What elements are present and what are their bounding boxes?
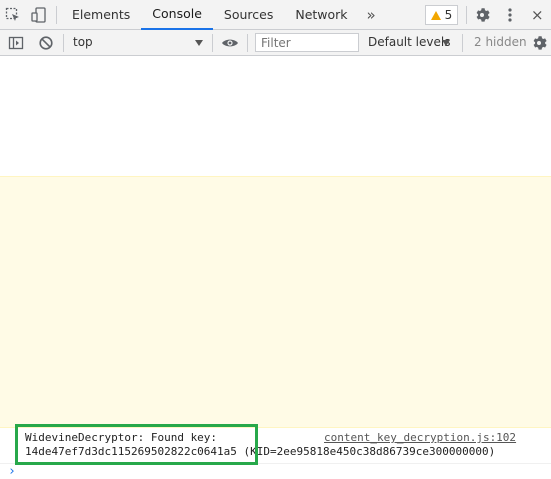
key-highlight-box	[15, 424, 258, 465]
warnings-badge[interactable]: 5	[425, 5, 458, 25]
show-sidebar-icon[interactable]	[8, 35, 24, 54]
more-tabs-icon[interactable]: »	[359, 6, 384, 24]
toolbar-divider	[466, 6, 467, 24]
console-prompt[interactable]: ›	[8, 464, 16, 479]
toolbar-divider	[212, 34, 213, 52]
key-id: (KID=2ee95818e450c38d86739ce300000000)	[243, 445, 496, 458]
console-settings-gear-icon[interactable]	[531, 35, 547, 54]
warnings-count: 5	[444, 8, 453, 22]
filter-input[interactable]	[255, 33, 359, 52]
toolbar-divider	[247, 34, 248, 52]
toolbar-divider	[63, 34, 64, 52]
clear-console-icon[interactable]	[38, 35, 54, 54]
warning-icon	[430, 10, 441, 20]
close-icon[interactable]: ×	[531, 7, 544, 23]
console-output[interactable]: WidevineDecryptor: Found key: 14de47ef7d…	[0, 56, 551, 479]
devtools-tab-bar: Elements Console Sources Network »	[0, 0, 551, 30]
chevron-down-icon	[442, 40, 450, 46]
settings-gear-icon[interactable]	[474, 7, 490, 26]
tab-console[interactable]: Console	[141, 0, 213, 30]
context-selector[interactable]: top	[73, 35, 93, 49]
warning-messages-region	[0, 176, 551, 428]
live-expression-eye-icon[interactable]	[221, 35, 239, 54]
inspect-element-icon[interactable]	[0, 0, 26, 30]
tab-elements[interactable]: Elements	[61, 0, 141, 30]
chevron-down-icon	[195, 40, 203, 46]
more-options-icon[interactable]	[507, 7, 513, 26]
device-toolbar-icon[interactable]	[26, 0, 52, 30]
tab-sources[interactable]: Sources	[213, 0, 284, 30]
tab-network[interactable]: Network	[284, 0, 358, 30]
hidden-messages-count: 2 hidden	[474, 35, 527, 49]
toolbar-divider	[56, 5, 57, 24]
log-source-link[interactable]: content_key_decryption.js:102	[324, 431, 516, 444]
log-levels-dropdown[interactable]: Default levels	[368, 35, 450, 49]
console-toolbar: top Default levels 2 hidden	[0, 30, 551, 56]
toolbar-divider	[462, 34, 463, 52]
